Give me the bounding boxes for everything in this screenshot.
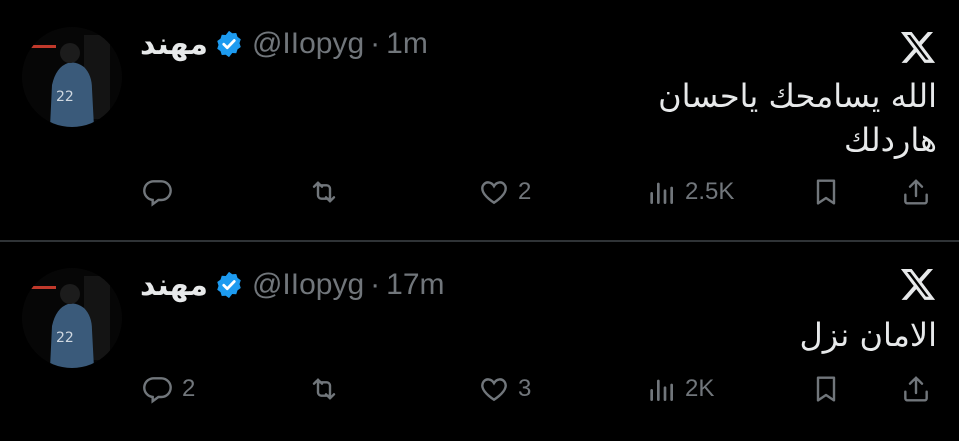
like-count: 2 [518, 178, 532, 205]
share-button[interactable] [900, 373, 932, 405]
views-count: 2K [685, 375, 715, 402]
reply-icon [143, 180, 172, 207]
handle[interactable]: @IIopyg [252, 268, 364, 302]
bookmark-button[interactable] [810, 176, 842, 208]
repost-button[interactable] [308, 373, 348, 405]
svg-text:22: 22 [56, 330, 74, 346]
views-button[interactable]: 2K [645, 373, 714, 405]
share-icon [904, 376, 928, 402]
like-icon [481, 181, 507, 205]
bookmark-button[interactable] [810, 373, 842, 405]
reply-button[interactable] [142, 176, 182, 208]
x-logo-icon [900, 31, 936, 63]
share-icon [904, 179, 928, 205]
tweet-text: الله يسامحك ياحسان هاردلك [658, 74, 937, 162]
repost-button[interactable] [308, 176, 348, 208]
x-logo-icon [900, 268, 936, 300]
share-button[interactable] [900, 176, 932, 208]
bookmark-icon [816, 376, 836, 402]
like-count: 3 [518, 375, 532, 402]
tweet-header: مهند @IIopyg · 17m [140, 265, 445, 305]
views-count: 2.5K [685, 178, 735, 205]
views-icon [650, 182, 673, 204]
tweet-2[interactable]: 22 مهند @IIopyg · 17m الامان نزل 2 3 2K [0, 243, 959, 441]
display-name[interactable]: مهند [140, 268, 208, 303]
reply-icon [143, 377, 172, 404]
verified-badge-icon [217, 271, 241, 299]
tweet-text-line: الامان نزل [799, 316, 937, 354]
like-button[interactable]: 3 [478, 373, 531, 405]
display-name[interactable]: مهند [140, 27, 208, 62]
like-button[interactable]: 2 [478, 176, 531, 208]
separator-dot: · [370, 27, 381, 60]
reply-button[interactable]: 2 [142, 373, 195, 405]
repost-icon [312, 378, 336, 400]
tweet-divider [0, 240, 959, 242]
views-button[interactable]: 2.5K [645, 176, 734, 208]
svg-text:22: 22 [56, 89, 74, 105]
views-icon [650, 379, 673, 401]
avatar[interactable]: 22 [22, 268, 122, 368]
repost-icon [312, 181, 336, 203]
timestamp[interactable]: 1m [386, 27, 428, 61]
tweet-text: الامان نزل [799, 313, 937, 357]
reply-count: 2 [182, 375, 196, 402]
tweet-text-line: الله يسامحك ياحسان [658, 77, 937, 115]
bookmark-icon [816, 179, 836, 205]
handle[interactable]: @IIopyg [252, 27, 364, 61]
timestamp[interactable]: 17m [386, 268, 444, 302]
separator-dot: · [370, 268, 381, 301]
like-icon [481, 378, 507, 402]
tweet-1[interactable]: 22 مهند @IIopyg · 1m الله يسامحك ياحسان … [0, 0, 959, 240]
tweet-text-line: هاردلك [843, 121, 937, 159]
tweet-header: مهند @IIopyg · 1m [140, 24, 428, 64]
verified-badge-icon [217, 30, 241, 58]
avatar[interactable]: 22 [22, 27, 122, 127]
